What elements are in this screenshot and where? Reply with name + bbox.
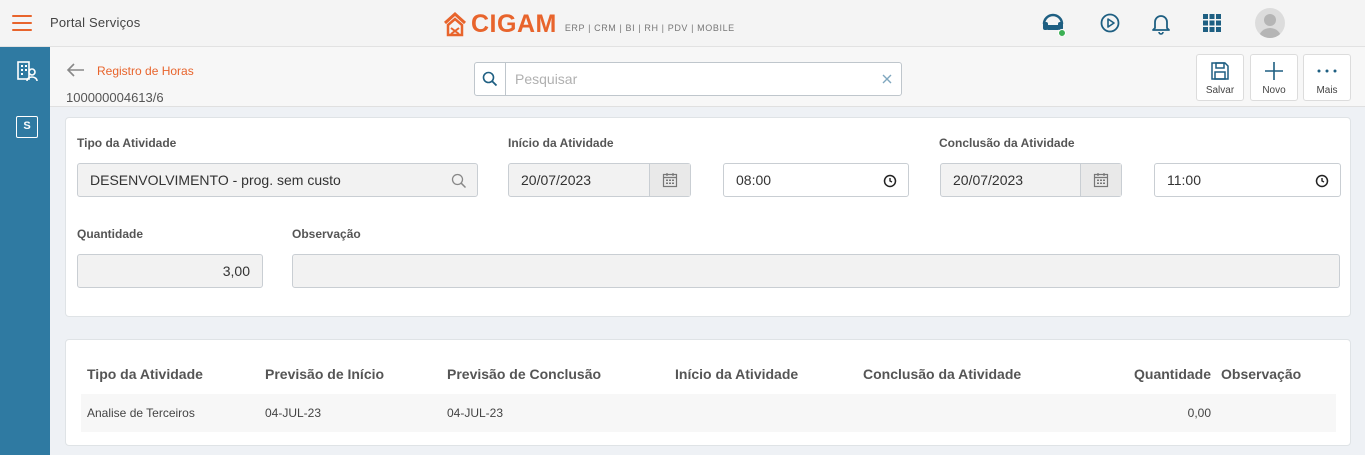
save-icon	[1211, 62, 1229, 80]
column-header[interactable]: Conclusão da Atividade	[863, 366, 1021, 382]
lookup-search-icon[interactable]	[451, 173, 467, 189]
inicio-time-field[interactable]: 08:00	[723, 163, 909, 197]
column-header[interactable]: Tipo da Atividade	[87, 366, 203, 382]
calendar-icon	[1093, 173, 1109, 188]
plus-icon	[1265, 62, 1283, 80]
column-header[interactable]: Previsão de Conclusão	[447, 366, 601, 382]
inicio-time-value: 08:00	[736, 172, 772, 188]
column-header[interactable]: Observação	[1221, 366, 1301, 382]
column-header[interactable]: Previsão de Início	[265, 366, 384, 382]
save-button[interactable]: Salvar	[1196, 54, 1244, 101]
portal-title: Portal Serviços	[50, 15, 141, 30]
clock-icon[interactable]	[1314, 173, 1330, 189]
top-bar: Portal Serviços CIGAM ERP | CRM | BI | R…	[0, 0, 1365, 47]
conclusao-date-field[interactable]: 20/07/2023	[940, 163, 1122, 197]
bell-icon[interactable]	[1148, 10, 1174, 36]
conclusao-time-field[interactable]: 11:00	[1154, 163, 1341, 197]
sidebar: S	[0, 47, 50, 455]
save-label: Salvar	[1205, 85, 1235, 96]
breadcrumb[interactable]: Registro de Horas	[97, 64, 194, 78]
conclusao-calendar-button[interactable]	[1080, 164, 1121, 196]
new-button[interactable]: Novo	[1250, 54, 1298, 101]
table-cell: 04-JUL-23	[447, 406, 504, 420]
logo-subtitle: ERP | CRM | BI | RH | PDV | MOBILE	[564, 23, 735, 33]
table-cell: 0,00	[1187, 406, 1211, 420]
inicio-date-value: 20/07/2023	[521, 172, 592, 188]
conclusao-date-value: 20/07/2023	[953, 172, 1024, 188]
inicio-calendar-button[interactable]	[649, 164, 690, 196]
logo-text: CIGAM	[471, 9, 557, 38]
apps-grid-icon[interactable]	[1199, 10, 1225, 36]
tipo-field[interactable]: DESENVOLVIMENTO - prog. sem custo	[77, 163, 478, 197]
services-s-icon[interactable]: S	[16, 116, 38, 138]
tipo-label: Tipo da Atividade	[77, 136, 177, 150]
calendar-icon	[662, 173, 678, 188]
observacao-field[interactable]	[292, 254, 1340, 288]
search-button[interactable]	[475, 63, 506, 95]
more-button[interactable]: Mais	[1303, 54, 1351, 101]
cigam-logo[interactable]: CIGAM ERP | CRM | BI | RH | PDV | MOBILE	[443, 9, 735, 39]
user-avatar[interactable]	[1255, 8, 1285, 38]
search-icon	[482, 71, 498, 87]
record-id: 100000004613/6	[66, 90, 164, 105]
clock-icon[interactable]	[882, 173, 898, 189]
search-input[interactable]	[515, 69, 875, 89]
quantidade-value: 3,00	[222, 263, 250, 279]
new-label: Novo	[1262, 85, 1286, 96]
search-box	[474, 62, 902, 96]
table-cell: 04-JUL-23	[265, 406, 322, 420]
conclusao-time-value: 11:00	[1167, 172, 1201, 188]
user-silhouette-icon	[1259, 14, 1281, 38]
column-header[interactable]: Quantidade	[1134, 366, 1211, 382]
conclusao-label: Conclusão da Atividade	[939, 136, 1075, 150]
table-cell: Analise de Terceiros	[87, 406, 195, 420]
page-header: Registro de Horas 100000004613/6 Salvar …	[50, 47, 1365, 107]
table-row[interactable]: Analise de Terceiros 04-JUL-23 04-JUL-23…	[81, 394, 1336, 432]
tipo-value: DESENVOLVIMENTO - prog. sem custo	[90, 172, 341, 188]
clear-search-icon[interactable]	[881, 73, 893, 85]
back-arrow-icon[interactable]	[66, 62, 86, 78]
quantidade-field[interactable]: 3,00	[77, 254, 263, 288]
observacao-label: Observação	[292, 227, 361, 241]
support-icon[interactable]	[1040, 10, 1066, 36]
inicio-label: Início da Atividade	[508, 136, 614, 150]
more-label: Mais	[1316, 85, 1338, 96]
building-user-icon[interactable]	[16, 60, 38, 82]
column-header[interactable]: Início da Atividade	[675, 366, 798, 382]
cigam-logo-mark-icon	[443, 11, 467, 37]
menu-icon[interactable]	[12, 15, 32, 31]
quantidade-label: Quantidade	[77, 227, 144, 241]
play-icon[interactable]	[1097, 10, 1123, 36]
activity-form: Tipo da Atividade DESENVOLVIMENTO - prog…	[65, 117, 1351, 317]
inicio-date-field[interactable]: 20/07/2023	[508, 163, 691, 197]
more-dots-icon	[1317, 69, 1337, 73]
activities-table: Tipo da Atividade Previsão de Início Pre…	[65, 339, 1351, 446]
